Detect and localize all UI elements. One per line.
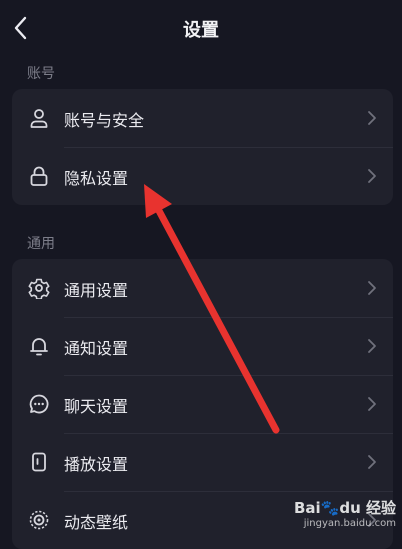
menu-item-label: 动态壁纸 [64,513,129,532]
menu-item-label: 账号与安全 [64,111,145,130]
menu-item-playback-settings[interactable]: 播放设置 [12,433,393,491]
menu-item-general-settings[interactable]: 通用设置 [12,259,393,317]
menu-item-account-security[interactable]: 账号与安全 [12,89,393,147]
chevron-right-icon [368,169,376,183]
page-title: 设置 [183,20,219,41]
watermark-url: jingyan.baidu.com [303,518,396,529]
menu-item-label: 播放设置 [64,455,129,474]
chat-bubble-icon [29,394,49,414]
phone-play-icon [32,452,46,472]
chevron-right-icon [368,339,376,353]
menu-item-label: 通知设置 [64,339,129,358]
section-label-account: 账号 [27,66,55,82]
menu-item-label: 聊天设置 [64,397,129,416]
menu-item-label: 通用设置 [64,281,129,300]
chevron-right-icon [368,281,376,295]
menu-item-chat-settings[interactable]: 聊天设置 [12,375,393,433]
chevron-right-icon [368,455,376,469]
menu-item-label: 隐私设置 [64,169,129,188]
bell-icon [30,338,48,356]
account-card: 账号与安全 隐私设置 [12,89,393,205]
baidu-jingyan-watermark: Bai🐾du 经验 jingyan.baidu.com [294,497,396,529]
gear-icon [28,278,50,299]
section-label-general: 通用 [27,236,55,252]
chevron-right-icon [368,111,376,125]
header-bar: 设置 [0,0,402,56]
menu-item-notification-settings[interactable]: 通知设置 [12,317,393,375]
menu-item-privacy-settings[interactable]: 隐私设置 [12,147,393,205]
chevron-right-icon [368,397,376,411]
watermark-logo: Bai🐾du 经验 [293,499,396,517]
wallpaper-icon [29,510,49,530]
lock-icon [30,166,48,186]
user-icon [30,109,48,128]
